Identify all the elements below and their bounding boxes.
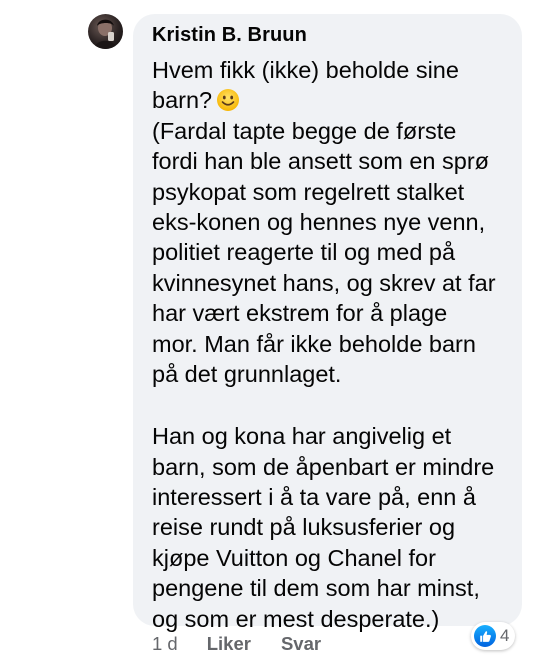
paragraph-break <box>152 389 516 421</box>
comment-line: på det grunnlaget. <box>152 360 342 387</box>
reply-button[interactable]: Svar <box>281 633 321 655</box>
like-button[interactable]: Liker <box>207 633 251 655</box>
comment-line: Han og kona har angivelig et <box>152 423 452 450</box>
comment-text: Hvem fikk (ikke) beholde sine barn? (Far… <box>152 55 516 634</box>
comment-line: mor. Man får ikke beholde barn <box>152 330 476 357</box>
comment-actions: 1 d Liker Svar <box>152 633 351 655</box>
author-name[interactable]: Kristin B. Bruun <box>152 24 307 47</box>
comment-line: kvinnesynet hans, og skrev at far <box>152 269 496 296</box>
smiling-face-icon <box>217 89 240 112</box>
comment-line: og som er mest desperate.) <box>152 605 440 632</box>
comment-line: psykopat som regelrett stalket <box>152 178 465 205</box>
like-thumb-icon <box>474 625 496 647</box>
reaction-summary[interactable]: 4 <box>471 622 516 650</box>
comment-line: har vært ekstrem for å plage <box>152 300 448 327</box>
comment-line: fordi han ble ansett som en sprø <box>152 148 490 175</box>
comment-line: Hvem fikk (ikke) beholde sine <box>152 57 459 83</box>
comment: Kristin B. Bruun Hvem fikk (ikke) behold… <box>0 0 538 669</box>
comment-line: pengene til dem som har minst, <box>152 575 480 602</box>
reaction-count: 4 <box>500 626 510 645</box>
comment-line: barn, som de åpenbart er mindre <box>152 453 495 480</box>
comment-line: reise rundt på luksusferier og <box>152 514 456 541</box>
comment-line: kjøpe Vuitton og Chanel for <box>152 544 436 571</box>
comment-line-text: barn? <box>152 87 213 114</box>
comment-line: interessert i å ta vare på, enn å <box>152 484 476 511</box>
avatar[interactable] <box>88 14 123 49</box>
comment-line: barn? <box>152 85 516 115</box>
comment-line: politiet reagerte til og med på <box>152 239 456 266</box>
comment-line: (Fardal tapte begge de første <box>152 117 457 144</box>
comment-line: eks-konen og hennes nye venn, <box>152 208 486 235</box>
timestamp[interactable]: 1 d <box>152 633 178 655</box>
